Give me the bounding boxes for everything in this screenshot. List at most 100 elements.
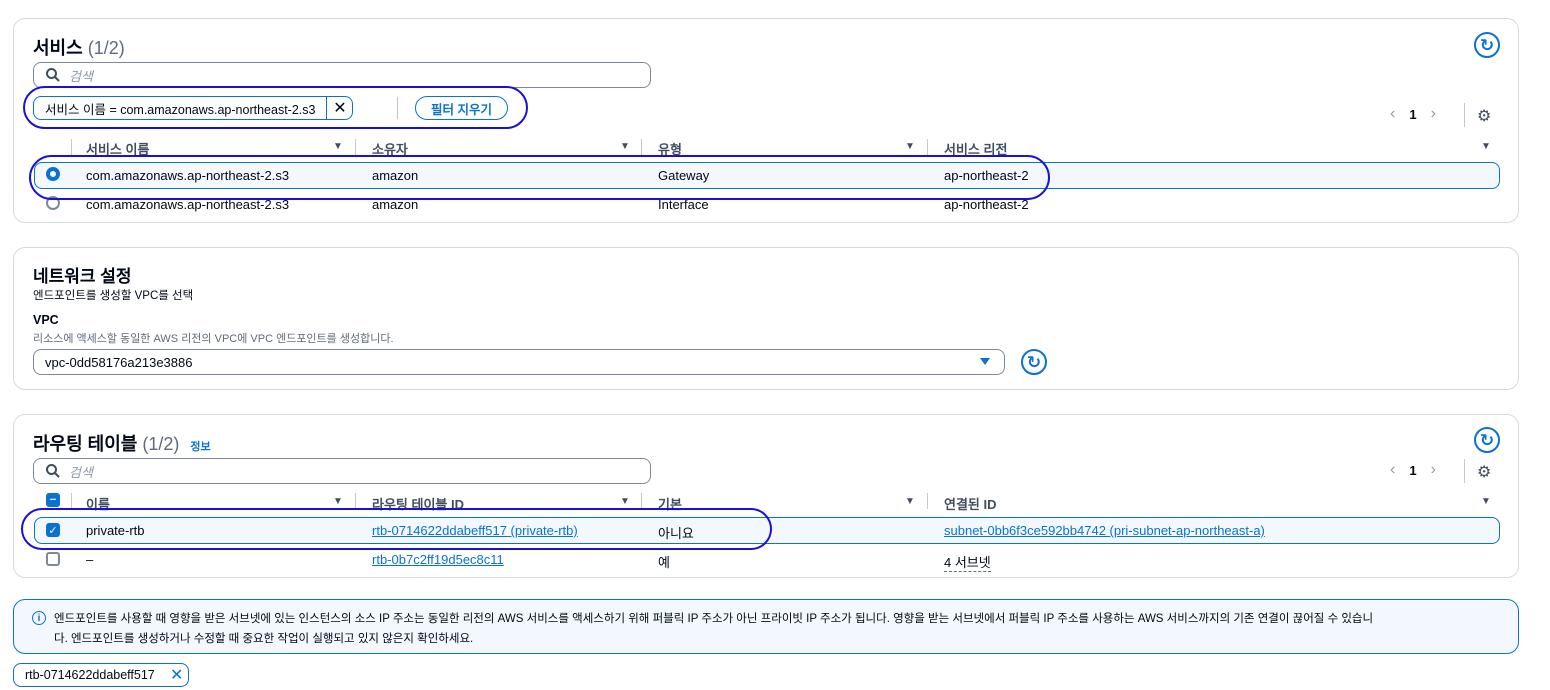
page-number[interactable]: 1 <box>1409 463 1416 478</box>
previous-page-icon[interactable]: ‹ <box>1390 461 1395 479</box>
search-icon <box>46 464 60 478</box>
sort-icon[interactable]: ▼ <box>620 496 630 507</box>
next-page-icon[interactable]: › <box>1431 461 1436 479</box>
page-number[interactable]: 1 <box>1409 107 1416 122</box>
col-divider <box>641 139 642 155</box>
vpc-label: VPC <box>33 313 59 327</box>
route-table-id-link[interactable]: rtb-0b7c2ff19d5ec8c11 <box>372 552 504 567</box>
route-tables-heading: 라우팅 테이블 (1/2) 정보 <box>33 430 211 456</box>
sort-icon[interactable]: ▼ <box>1481 141 1491 152</box>
col-header-main[interactable]: 기본 <box>658 494 682 513</box>
next-page-icon[interactable]: › <box>1431 105 1436 123</box>
vpc-select-value: vpc-0dd58176a213e3886 <box>45 354 193 370</box>
services-settings-gear-icon[interactable]: ⚙ <box>1477 106 1491 126</box>
col-header-route-table-id[interactable]: 라우팅 테이블 ID <box>372 494 464 513</box>
col-header-service-region[interactable]: 서비스 리전 <box>944 139 1007 158</box>
caret-down-icon <box>980 358 990 365</box>
selected-route-table-token: rtb-0714622ddabeff517 ✕ <box>13 663 189 687</box>
pager-divider <box>1464 103 1465 127</box>
services-refresh-button[interactable]: ↻ <box>1474 32 1500 58</box>
main-cell: 예 <box>658 555 670 570</box>
region-cell: ap-northeast-2 <box>944 197 1029 212</box>
col-header-associated-id[interactable]: 연결된 ID <box>944 494 997 513</box>
col-divider <box>71 139 72 155</box>
remove-filter-button[interactable]: ✕ <box>326 97 352 119</box>
vpc-description: 리소스에 액세스할 동일한 AWS 리전의 VPC에 VPC 엔드포인트를 생성… <box>33 333 394 345</box>
sort-icon[interactable]: ▼ <box>905 141 915 152</box>
route-tables-settings-gear-icon[interactable]: ⚙ <box>1477 462 1491 482</box>
network-subtitle: 엔드포인트를 생성할 VPC를 선택 <box>33 290 194 302</box>
col-header-owner[interactable]: 소유자 <box>372 139 408 158</box>
route-tables-refresh-button[interactable]: ↻ <box>1474 427 1500 453</box>
route-name-cell: private-rtb <box>86 523 145 538</box>
refresh-icon: ↻ <box>1479 35 1495 55</box>
remove-token-button[interactable]: ✕ <box>166 664 188 686</box>
associated-id-link[interactable]: subnet-0bb6f3ce592bb4742 (pri-subnet-ap-… <box>944 523 1265 538</box>
info-alert: i 엔드포인트를 사용할 때 영향을 받은 서브넷에 있는 인스턴스의 소스 I… <box>13 599 1519 654</box>
route-tables-search-input[interactable]: 검색 <box>33 458 651 484</box>
type-cell: Gateway <box>658 168 710 183</box>
col-divider <box>355 139 356 155</box>
col-divider <box>355 493 356 509</box>
close-icon: ✕ <box>170 667 184 684</box>
vpc-select[interactable]: vpc-0dd58176a213e3886 <box>33 349 1005 375</box>
sort-icon[interactable]: ▼ <box>1481 496 1491 507</box>
service-name-cell: com.amazonaws.ap-northeast-2.s3 <box>86 197 290 212</box>
route-table-id-link[interactable]: rtb-0714622ddabeff517 (private-rtb) <box>372 523 578 538</box>
row-radio-selected[interactable] <box>46 167 60 181</box>
info-link[interactable]: 정보 <box>190 441 210 453</box>
refresh-icon: ↻ <box>1479 430 1495 450</box>
network-title: 네트워크 설정 <box>33 267 132 286</box>
col-divider <box>927 139 928 155</box>
row-checkbox[interactable] <box>46 552 60 566</box>
services-panel: 서비스 (1/2) ↻ 검색 서비스 이름 = com.amazonaws.ap… <box>13 18 1519 223</box>
col-divider <box>927 493 928 509</box>
service-filter-token: 서비스 이름 = com.amazonaws.ap-northeast-2.s3… <box>33 96 354 120</box>
services-pagination: ‹ 1 › <box>1390 105 1436 123</box>
route-tables-pagination: ‹ 1 › <box>1390 461 1436 479</box>
select-all-checkbox[interactable]: − <box>46 493 60 507</box>
services-search-input[interactable]: 검색 <box>33 62 651 88</box>
previous-page-icon[interactable]: ‹ <box>1390 105 1395 123</box>
owner-cell: amazon <box>372 197 419 212</box>
col-header-type[interactable]: 유형 <box>658 139 682 158</box>
region-cell: ap-northeast-2 <box>944 168 1029 183</box>
services-count: (1/2) <box>87 38 125 58</box>
service-name-cell: com.amazonaws.ap-northeast-2.s3 <box>86 168 290 183</box>
sort-icon[interactable]: ▼ <box>333 141 343 152</box>
close-icon: ✕ <box>333 100 347 117</box>
network-settings-panel: 네트워크 설정 엔드포인트를 생성할 VPC를 선택 VPC 리소스에 액세스할… <box>13 247 1519 390</box>
route-tables-panel: 라우팅 테이블 (1/2) 정보 ↻ 검색 ‹ 1 › ⚙ − 이름 ▼ 라우팅… <box>13 414 1519 578</box>
route-tables-count: (1/2) <box>142 434 180 454</box>
search-icon <box>46 68 60 82</box>
clear-filter-button[interactable]: 필터 지우기 <box>415 96 508 120</box>
service-filter-token-label: 서비스 이름 = com.amazonaws.ap-northeast-2.s3 <box>45 102 316 117</box>
table-row-selected[interactable] <box>34 517 1500 544</box>
route-tables-title: 라우팅 테이블 <box>33 434 138 454</box>
services-heading: 서비스 (1/2) <box>33 34 125 60</box>
col-divider <box>71 493 72 509</box>
row-checkbox-checked[interactable]: ✓ <box>46 523 60 537</box>
sort-icon[interactable]: ▼ <box>333 496 343 507</box>
route-name-cell: – <box>86 552 94 567</box>
col-header-service-name[interactable]: 서비스 이름 <box>86 139 149 158</box>
route-tables-search-placeholder: 검색 <box>69 464 93 480</box>
sort-icon[interactable]: ▼ <box>905 496 915 507</box>
col-header-name[interactable]: 이름 <box>86 494 110 513</box>
col-divider <box>641 493 642 509</box>
owner-cell: amazon <box>372 168 419 183</box>
associated-subnets-cell[interactable]: 4 서브넷 <box>944 552 991 572</box>
refresh-icon: ↻ <box>1026 352 1042 372</box>
vpc-refresh-button[interactable]: ↻ <box>1021 349 1047 375</box>
alert-line-2: 다. 엔드포인트를 생성하거나 수정할 때 중요한 작업이 실행되고 있지 않은… <box>54 633 474 645</box>
sort-icon[interactable]: ▼ <box>620 141 630 152</box>
pager-divider <box>1464 459 1465 483</box>
selected-route-table-token-label: rtb-0714622ddabeff517 <box>25 668 155 682</box>
filter-divider <box>397 97 398 119</box>
services-title: 서비스 <box>33 38 83 58</box>
main-cell: 아니요 <box>658 526 694 541</box>
alert-line-1: 엔드포인트를 사용할 때 영향을 받은 서브넷에 있는 인스턴스의 소스 IP … <box>54 613 1374 625</box>
row-radio[interactable] <box>46 196 60 210</box>
type-cell: Interface <box>658 197 709 212</box>
services-search-placeholder: 검색 <box>69 68 93 84</box>
